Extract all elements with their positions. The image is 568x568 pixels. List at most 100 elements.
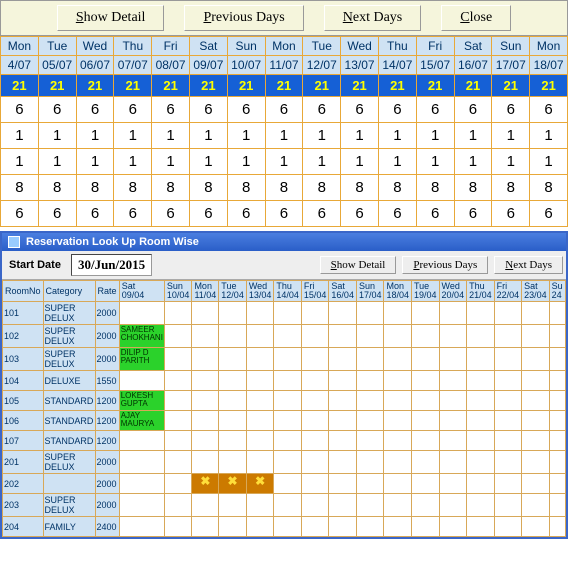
reservation-cell[interactable] — [164, 494, 192, 517]
reservation-cell[interactable] — [329, 451, 357, 474]
reservation-cell[interactable] — [192, 348, 219, 371]
reservation-cell[interactable] — [522, 371, 550, 391]
booking-block[interactable]: AJAY MAURYA — [120, 411, 164, 430]
reservation-cell[interactable] — [219, 431, 247, 451]
reservation-cell[interactable] — [246, 494, 274, 517]
reservation-cell[interactable] — [274, 325, 302, 348]
reservation-cell[interactable] — [164, 411, 192, 431]
reservation-cell[interactable] — [119, 302, 164, 325]
reservation-cell[interactable] — [274, 431, 302, 451]
reservation-cell[interactable] — [119, 371, 164, 391]
booking-block[interactable]: DILIP D PARITH — [120, 348, 164, 370]
reservation-cell[interactable] — [356, 411, 384, 431]
reservation-cell[interactable] — [329, 411, 357, 431]
reservation-cell[interactable] — [412, 325, 440, 348]
reservation-cell[interactable] — [274, 348, 302, 371]
reservation-cell[interactable] — [329, 302, 357, 325]
reservation-cell[interactable] — [522, 517, 550, 537]
reservation-cell[interactable] — [549, 431, 565, 451]
reservation-cell[interactable] — [549, 302, 565, 325]
reservation-cell[interactable] — [384, 494, 412, 517]
reservation-cell[interactable] — [439, 474, 467, 494]
reservation-cell[interactable] — [494, 451, 522, 474]
reservation-cell[interactable] — [219, 302, 247, 325]
reservation-cell[interactable] — [356, 325, 384, 348]
reservation-cell[interactable] — [164, 325, 192, 348]
reservation-cell[interactable] — [301, 391, 329, 411]
reservation-cell[interactable] — [164, 302, 192, 325]
reservation-cell[interactable] — [412, 451, 440, 474]
maintenance-icon[interactable]: ✖ — [219, 474, 246, 493]
reservation-cell[interactable] — [412, 474, 440, 494]
reservation-cell[interactable] — [301, 325, 329, 348]
reservation-cell[interactable] — [164, 431, 192, 451]
reservation-cell[interactable] — [119, 431, 164, 451]
reservation-cell[interactable] — [164, 517, 192, 537]
reservation-cell[interactable] — [494, 411, 522, 431]
reservation-cell[interactable] — [522, 391, 550, 411]
reservation-cell[interactable] — [467, 494, 495, 517]
reservation-cell[interactable] — [192, 494, 219, 517]
reservation-cell[interactable] — [412, 391, 440, 411]
reservation-cell[interactable] — [301, 348, 329, 371]
reservation-cell[interactable] — [219, 348, 247, 371]
reservation-cell[interactable] — [412, 302, 440, 325]
reservation-cell[interactable] — [301, 411, 329, 431]
reservation-cell[interactable] — [356, 451, 384, 474]
reservation-cell[interactable] — [356, 431, 384, 451]
reservation-cell[interactable] — [119, 474, 164, 494]
reservation-cell[interactable]: AJAY MAURYA — [119, 411, 164, 431]
reservation-cell[interactable] — [549, 325, 565, 348]
reservation-cell[interactable] — [219, 325, 247, 348]
reservation-cell[interactable] — [439, 371, 467, 391]
reservation-cell[interactable] — [522, 431, 550, 451]
reservation-cell[interactable] — [274, 411, 302, 431]
reservation-cell[interactable] — [412, 494, 440, 517]
reservation-cell[interactable] — [246, 451, 274, 474]
reservation-cell[interactable] — [522, 451, 550, 474]
reservation-cell[interactable]: LOKESH GUPTA — [119, 391, 164, 411]
reservation-cell[interactable] — [164, 391, 192, 411]
reservation-cell[interactable] — [384, 391, 412, 411]
reservation-cell[interactable] — [494, 391, 522, 411]
reservation-cell[interactable] — [494, 517, 522, 537]
reservation-cell[interactable] — [301, 451, 329, 474]
reservation-cell[interactable] — [467, 411, 495, 431]
reservation-cell[interactable]: SAMEER CHOKHANI — [119, 325, 164, 348]
reservation-cell[interactable] — [192, 325, 219, 348]
reservation-cell[interactable] — [494, 474, 522, 494]
reservation-cell[interactable] — [412, 348, 440, 371]
reservation-cell[interactable] — [164, 451, 192, 474]
reservation-cell[interactable] — [384, 325, 412, 348]
reservation-cell[interactable] — [274, 494, 302, 517]
reservation-cell[interactable] — [192, 371, 219, 391]
reservation-cell[interactable] — [549, 494, 565, 517]
reservation-cell[interactable] — [246, 431, 274, 451]
reservation-cell[interactable] — [164, 348, 192, 371]
reservation-cell[interactable] — [522, 494, 550, 517]
reservation-cell[interactable] — [246, 517, 274, 537]
reservation-cell[interactable] — [329, 517, 357, 537]
reservation-cell[interactable] — [219, 411, 247, 431]
reservation-cell[interactable] — [439, 451, 467, 474]
reservation-cell[interactable] — [467, 391, 495, 411]
reservation-cell[interactable]: ✖ — [192, 474, 219, 494]
reservation-cell[interactable] — [439, 431, 467, 451]
reservation-cell[interactable] — [164, 474, 192, 494]
show-detail-button[interactable]: Show Detail — [57, 5, 165, 31]
reservation-cell[interactable] — [384, 348, 412, 371]
close-button[interactable]: Close — [441, 5, 511, 31]
reservation-cell[interactable] — [119, 494, 164, 517]
reservation-cell[interactable] — [384, 302, 412, 325]
reservation-cell[interactable] — [219, 494, 247, 517]
reservation-cell[interactable] — [494, 494, 522, 517]
reservation-cell[interactable] — [356, 391, 384, 411]
reservation-cell[interactable] — [274, 474, 302, 494]
maintenance-icon[interactable]: ✖ — [247, 474, 274, 493]
reservation-cell[interactable] — [192, 302, 219, 325]
panel-previous-days-button[interactable]: Previous Days — [402, 256, 488, 274]
reservation-cell[interactable] — [329, 371, 357, 391]
reservation-cell[interactable] — [164, 371, 192, 391]
reservation-cell[interactable] — [301, 474, 329, 494]
reservation-cell[interactable] — [329, 474, 357, 494]
